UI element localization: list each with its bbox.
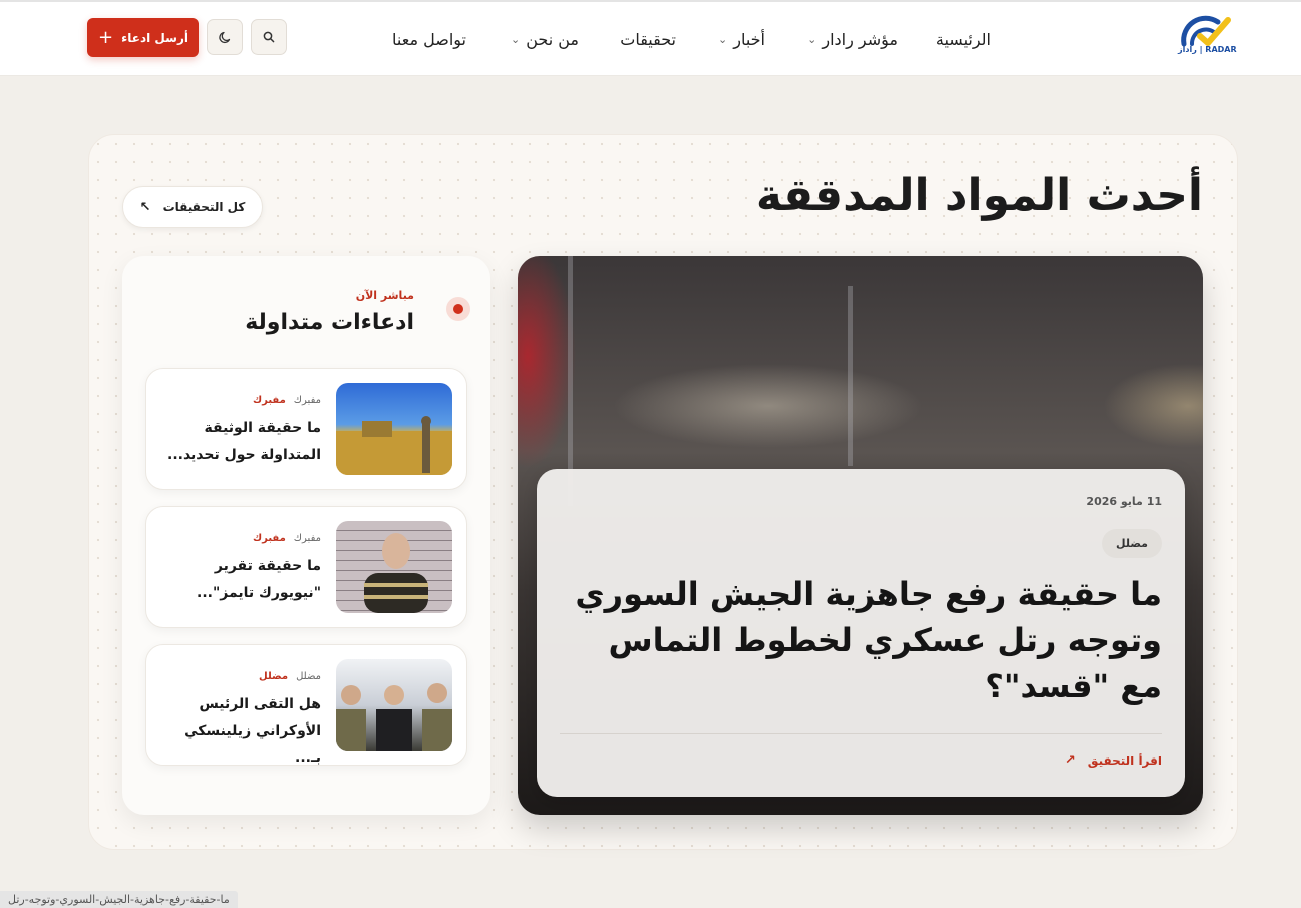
search-icon [263,31,275,43]
read-investigation-link[interactable]: اقرأ التحقيق ↗ [1065,753,1162,768]
nav-item-contact[interactable]: تواصل معنا [392,2,466,76]
claim-thumbnail [336,521,452,613]
featured-title[interactable]: ما حقيقة رفع جاهزية الجيش السوري وتوجه ر… [562,571,1162,709]
nav-item-home[interactable]: الرئيسية [936,2,991,76]
chevron-down-icon: ⌄ [510,32,521,46]
search-button[interactable] [251,19,287,55]
chevron-down-icon: ⌄ [807,32,817,46]
claim-tags: مفبرك مفبرك [252,395,321,406]
featured-card[interactable]: 11 مايو 2026 مضلل ما حقيقة رفع جاهزية ال… [537,469,1185,797]
claim-card[interactable]: مضلل مضلل هل التقى الرئيس الأوكراني زيلي… [145,644,467,766]
nav-item-news[interactable]: أخبار ⌄ [718,2,765,76]
claim-title[interactable]: هل التقى الرئيس الأوكراني زيلينسكي بـ... [156,691,321,772]
arrow-up-left-icon: ↖ [139,199,151,215]
live-indicator-icon [446,297,470,321]
claim-card[interactable]: مفبرك مفبرك ما حقيقة تقرير "نيويورك تايم… [145,506,467,628]
all-investigations-button[interactable]: كل التحقيقات ↖ [122,186,263,228]
logo-text: راداز | RADAR [1178,45,1237,54]
trending-claims-sidebar: مباشر الآن ادعاءات متداولة مفبرك مفبرك م… [122,256,490,815]
claim-title[interactable]: ما حقيقة تقرير "نيويورك تايمز"... [156,553,321,607]
arrow-up-right-icon: ↗ [1064,753,1076,768]
live-label: مباشر الآن [355,289,414,302]
submit-claim-button[interactable]: أرسل ادعاء + [87,18,199,57]
chevron-down-icon: ⌄ [718,32,728,46]
claim-thumbnail [336,383,452,475]
site-header: راداز | RADAR الرئيسية مؤشر رادار ⌄ أخبا… [0,2,1301,76]
link-status-bar: ما-حقيقة-رفع-جاهزية-الجيش-السوري-وتوجه-ر… [0,891,238,908]
theme-toggle-button[interactable] [207,19,243,55]
claim-title[interactable]: ما حقيقة الوثيقة المتداولة حول تحديد... [156,415,321,469]
featured-tag: مضلل [1102,529,1162,558]
moon-icon [218,31,230,43]
featured-article[interactable]: 11 مايو 2026 مضلل ما حقيقة رفع جاهزية ال… [518,256,1203,815]
claim-card[interactable]: مفبرك مفبرك ما حقيقة الوثيقة المتداولة ح… [145,368,467,490]
divider [560,733,1162,734]
sidebar-title: ادعاءات متداولة [245,310,414,335]
claim-tags: مضلل مضلل [259,671,321,682]
plus-icon: + [98,26,114,48]
claim-tags: مفبرك مفبرك [252,533,321,544]
section-title: أحدث المواد المدققة [755,170,1203,221]
nav-item-about[interactable]: من نحن ⌄ [511,2,579,76]
featured-date: 11 مايو 2026 [1086,495,1162,508]
nav-item-investigations[interactable]: تحقيقات [620,2,676,76]
claim-thumbnail [336,659,452,751]
nav-item-radar-index[interactable]: مؤشر رادار ⌄ [807,2,898,76]
